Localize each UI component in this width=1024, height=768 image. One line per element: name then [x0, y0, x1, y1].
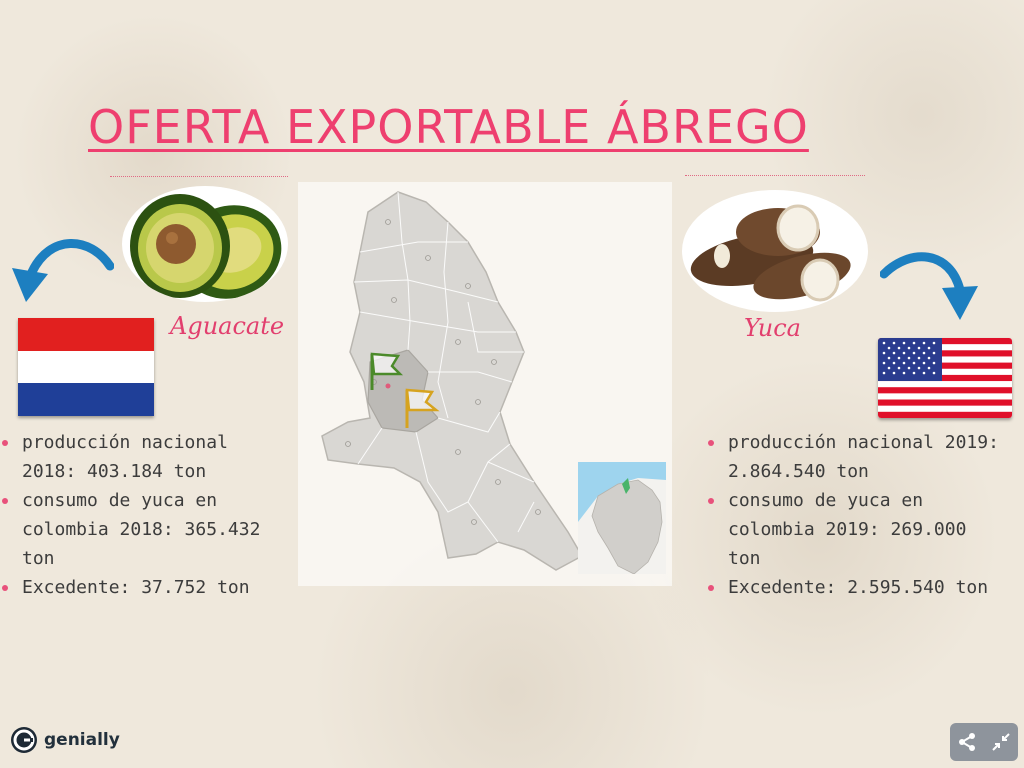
genially-brand[interactable]: genially [10, 726, 120, 754]
left-facts-list: producción nacional 2018: 403.184 ton co… [0, 428, 292, 602]
list-item: Excedente: 2.595.540 ton [706, 573, 1006, 602]
page-title: OFERTA EXPORTABLE ÁBREGO [88, 100, 809, 154]
list-item: Excedente: 37.752 ton [0, 573, 292, 602]
list-item: producción nacional 2018: 403.184 ton [0, 428, 292, 486]
divider-right [685, 175, 865, 176]
viewer-toolbar [950, 723, 1018, 761]
genially-logo-icon [11, 727, 37, 753]
list-item: producción nacional 2019: 2.864.540 ton [706, 428, 1006, 486]
avocado-image [122, 186, 288, 302]
cassava-image [682, 190, 868, 312]
netherlands-flag [18, 318, 154, 416]
list-item: consumo de yuca en colombia 2018: 365.43… [0, 486, 292, 573]
right-facts-list: producción nacional 2019: 2.864.540 ton … [706, 428, 1006, 602]
curved-arrow-right-icon [880, 252, 978, 320]
usa-flag [878, 338, 1012, 418]
divider-left [110, 176, 288, 177]
collapse-icon[interactable] [991, 732, 1011, 752]
colombia-inset-map [578, 462, 666, 574]
map-panel [298, 182, 672, 586]
share-icon[interactable] [957, 732, 977, 752]
product-label-aguacate: Aguacate [170, 312, 285, 340]
curved-arrow-left-icon [12, 239, 114, 302]
list-item: consumo de yuca en colombia 2019: 269.00… [706, 486, 1006, 573]
product-label-yuca: Yuca [744, 314, 801, 342]
brand-name: genially [44, 730, 120, 750]
